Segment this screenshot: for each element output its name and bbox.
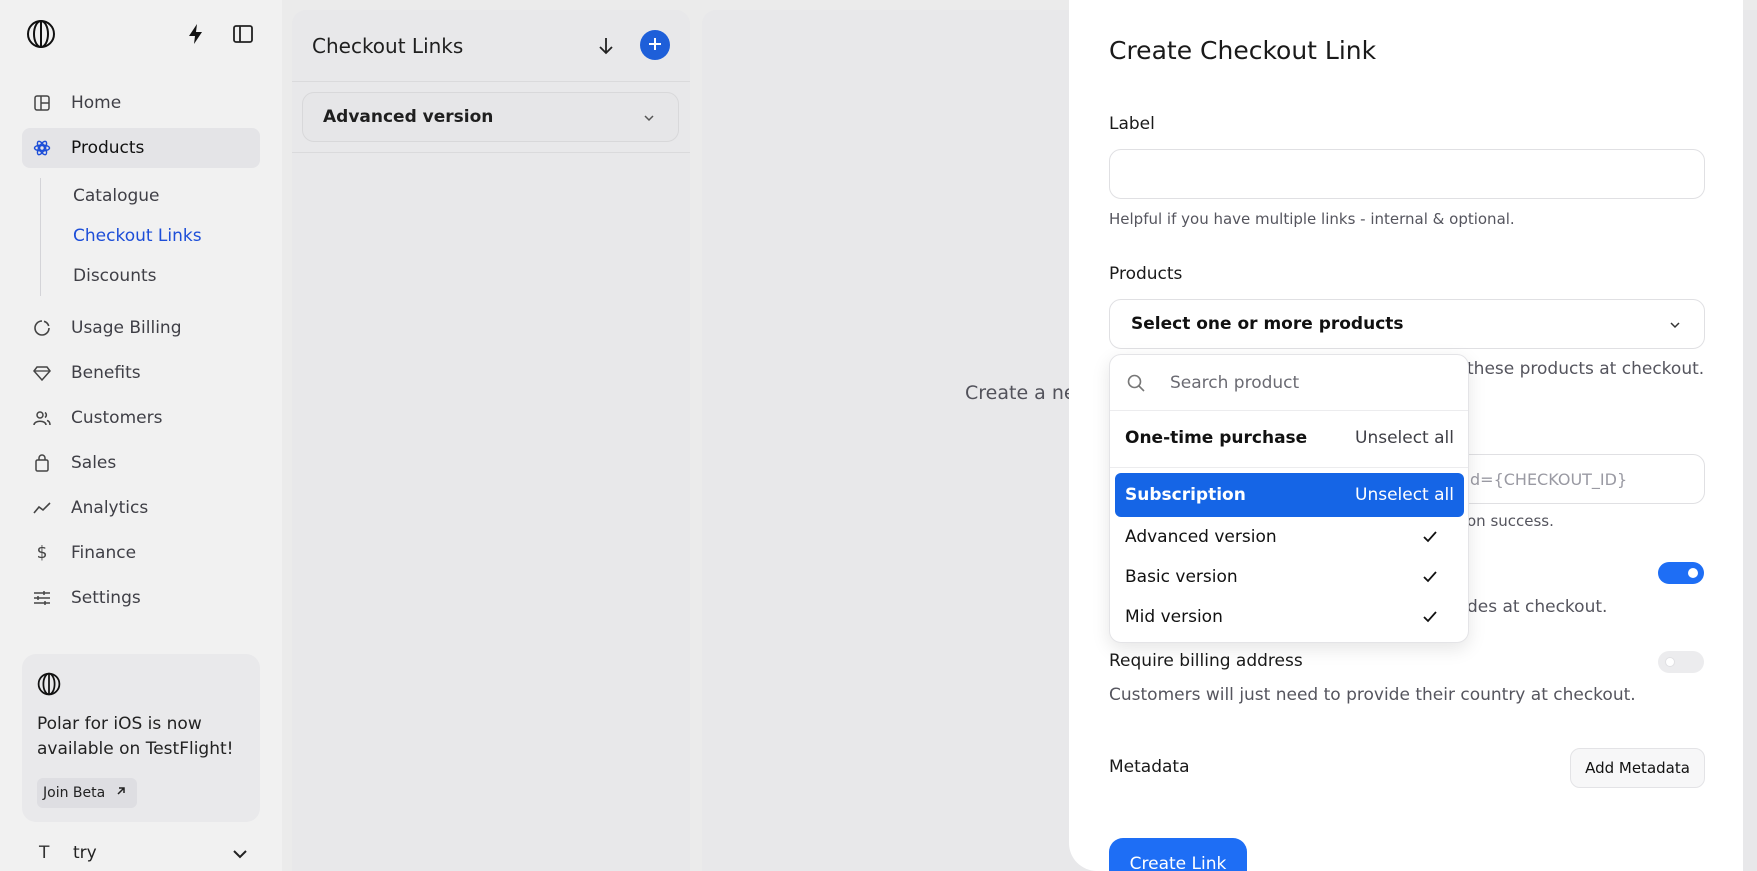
sidebar-item-finance[interactable]: $ Finance <box>22 533 260 573</box>
polar-logo-icon <box>37 672 61 696</box>
checkout-link-label: Advanced version <box>323 107 494 127</box>
label-field-label: Label <box>1109 114 1155 134</box>
sidebar-item-label: Products <box>71 138 145 158</box>
workspace-switcher[interactable]: T try <box>22 838 260 868</box>
sidebar-item-sales[interactable]: Sales <box>22 443 260 483</box>
sidebar-item-products[interactable]: Products <box>22 128 260 168</box>
arrow-down-icon[interactable] <box>594 34 618 58</box>
finance-icon: $ <box>36 543 48 563</box>
products-icon <box>32 138 52 158</box>
customers-icon <box>32 408 52 428</box>
product-option-basic-version[interactable]: Basic version <box>1110 557 1468 597</box>
product-option-label: Mid version <box>1125 607 1223 627</box>
page-title: Checkout Links <box>312 34 464 58</box>
subnav-item-catalogue[interactable]: Catalogue <box>73 186 160 206</box>
group-name: One-time purchase <box>1125 428 1308 448</box>
products-help-text: these products at checkout. <box>1467 359 1705 379</box>
join-beta-label: Join Beta <box>43 785 106 801</box>
list-header: Checkout Links <box>292 10 690 82</box>
sidebar-item-label: Settings <box>71 588 141 608</box>
search-icon <box>1126 373 1146 393</box>
divider <box>1110 467 1468 468</box>
lightning-icon[interactable] <box>184 22 208 46</box>
sidebar-item-label: Usage Billing <box>71 318 182 338</box>
products-select-placeholder: Select one or more products <box>1131 314 1404 334</box>
divider <box>292 152 690 153</box>
billing-address-toggle[interactable] <box>1658 651 1704 673</box>
sidebar-item-home[interactable]: Home <box>22 83 260 123</box>
chevron-down-icon <box>642 110 656 130</box>
sidebar-item-analytics[interactable]: Analytics <box>22 488 260 528</box>
plus-icon <box>648 36 662 55</box>
billing-help-text: Customers will just need to provide thei… <box>1109 685 1636 705</box>
billing-address-label: Require billing address <box>1109 651 1303 671</box>
usage-billing-icon <box>32 318 52 338</box>
sidebar-item-label: Finance <box>71 543 137 563</box>
checkmark-icon <box>1422 609 1438 625</box>
group-name: Subscription <box>1125 485 1246 505</box>
group-one-time-purchase[interactable]: One-time purchase Unselect all <box>1110 416 1468 460</box>
sidebar: Home Products Catalogue Checkout Links D… <box>0 0 282 871</box>
subnav-item-discounts[interactable]: Discounts <box>73 266 157 286</box>
unselect-all-button[interactable]: Unselect all <box>1355 428 1454 448</box>
arrow-up-right-icon <box>115 785 127 801</box>
polar-logo-icon[interactable] <box>26 19 56 49</box>
product-option-label: Advanced version <box>1125 527 1277 547</box>
checkout-links-panel: Checkout Links Advanced version <box>292 10 690 871</box>
promo-text: Polar for iOS is now available on TestFl… <box>37 714 234 759</box>
sidebar-item-label: Home <box>71 93 122 113</box>
checkmark-icon <box>1422 529 1438 545</box>
product-option-label: Basic version <box>1125 567 1238 587</box>
subnav-item-checkout-links[interactable]: Checkout Links <box>73 226 202 246</box>
sidebar-item-label: Analytics <box>71 498 149 518</box>
unselect-all-button[interactable]: Unselect all <box>1355 485 1454 505</box>
search-product-input[interactable] <box>1170 371 1450 395</box>
checkmark-icon <box>1422 569 1438 585</box>
analytics-icon <box>32 498 52 518</box>
subnav-line <box>40 178 41 296</box>
success-url-help-text: on success. <box>1467 512 1554 530</box>
group-subscription[interactable]: Subscription Unselect all <box>1115 473 1464 517</box>
workspace-avatar: T <box>39 843 50 863</box>
sidebar-item-benefits[interactable]: Benefits <box>22 353 260 393</box>
products-select[interactable]: Select one or more products <box>1109 299 1705 349</box>
create-link-button[interactable]: Create Link <box>1109 838 1247 871</box>
metadata-label: Metadata <box>1109 757 1190 777</box>
product-option-mid-version[interactable]: Mid version <box>1110 597 1468 637</box>
sales-icon <box>32 453 52 473</box>
add-checkout-link-button[interactable] <box>640 30 670 60</box>
add-metadata-button[interactable]: Add Metadata <box>1570 748 1705 788</box>
discount-codes-toggle[interactable] <box>1658 562 1704 584</box>
sidebar-item-label: Sales <box>71 453 117 473</box>
label-help-text: Helpful if you have multiple links - int… <box>1109 210 1515 228</box>
sidebar-toggle-icon[interactable] <box>231 22 255 46</box>
join-beta-button[interactable]: Join Beta <box>37 778 138 808</box>
settings-icon <box>32 588 52 608</box>
sidebar-item-settings[interactable]: Settings <box>22 578 260 618</box>
discount-help-text: des at checkout. <box>1467 597 1608 617</box>
toggle-knob <box>1665 657 1675 667</box>
product-search <box>1110 355 1468 411</box>
workspace-name: try <box>73 843 97 863</box>
checkout-link-item[interactable]: Advanced version <box>302 92 679 142</box>
success-url-value: d={CHECKOUT_ID} <box>1470 469 1628 489</box>
label-input[interactable] <box>1109 149 1705 199</box>
chevron-down-icon <box>232 846 248 866</box>
ios-promo-card: Polar for iOS is now available on TestFl… <box>22 654 260 822</box>
sidebar-item-usage-billing[interactable]: Usage Billing <box>22 308 260 348</box>
home-icon <box>32 93 52 113</box>
products-dropdown: One-time purchase Unselect all Subscript… <box>1109 354 1469 643</box>
sidebar-item-label: Benefits <box>71 363 141 383</box>
product-option-advanced-version[interactable]: Advanced version <box>1110 517 1468 557</box>
sidebar-item-label: Customers <box>71 408 163 428</box>
products-field-label: Products <box>1109 264 1183 284</box>
modal-title: Create Checkout Link <box>1109 36 1377 65</box>
benefits-icon <box>32 363 52 383</box>
sidebar-item-customers[interactable]: Customers <box>22 398 260 438</box>
toggle-knob <box>1688 568 1698 578</box>
chevron-down-icon <box>1668 317 1682 337</box>
